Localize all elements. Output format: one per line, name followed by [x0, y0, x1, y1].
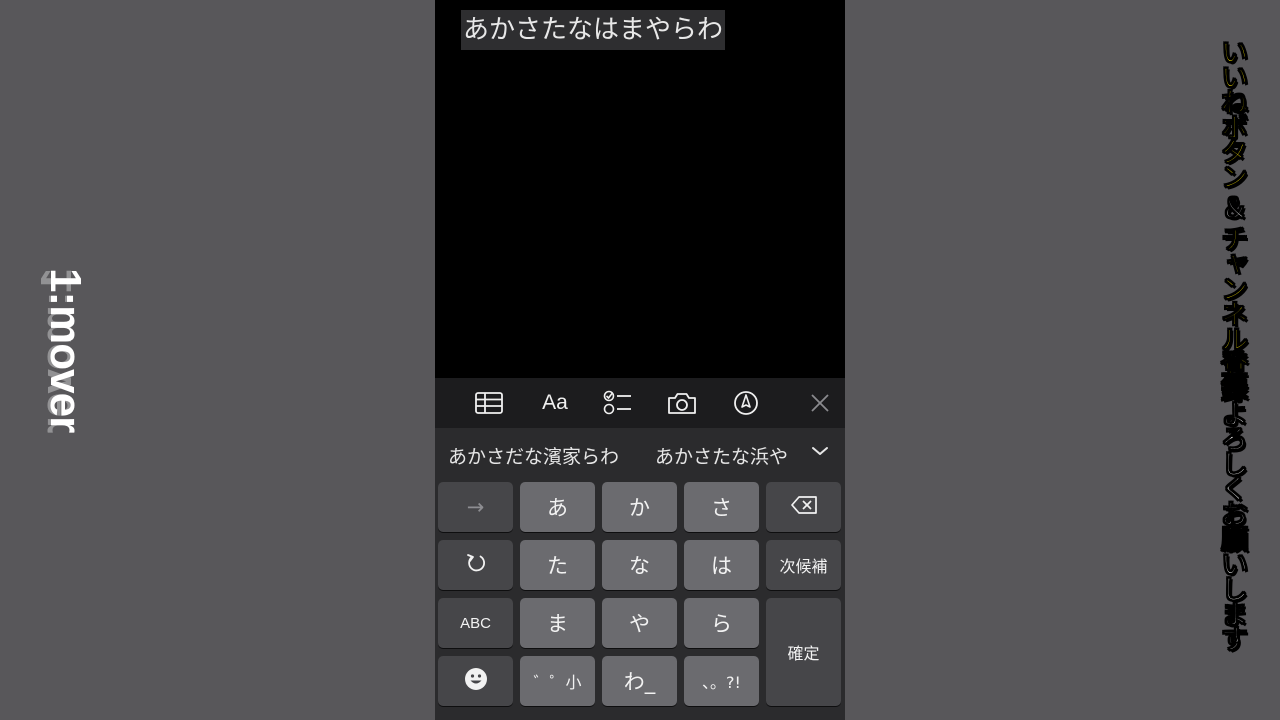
- undo-key[interactable]: [438, 540, 513, 590]
- please-text: よろしくお願いします: [1216, 400, 1248, 651]
- logo-reflection: 1:mover: [32, 268, 81, 433]
- notes-toolbar: Aa: [435, 378, 845, 428]
- note-body[interactable]: あかさたなはまやらわ: [461, 10, 726, 50]
- dakuten-small-key[interactable]: ゛゜小: [520, 656, 595, 706]
- markup-pen-icon[interactable]: [731, 389, 761, 417]
- key-sa[interactable]: さ: [684, 482, 759, 532]
- next-candidate-key[interactable]: 次候補: [766, 540, 841, 590]
- delete-icon: [790, 495, 818, 520]
- candidate-bar: あかさだな濱家らわ あかさたな浜や: [435, 428, 845, 478]
- camera-icon[interactable]: [667, 389, 697, 417]
- emoji-key[interactable]: [438, 656, 513, 706]
- ampersand: ＆: [1216, 194, 1248, 220]
- key-ta[interactable]: た: [520, 540, 595, 590]
- delete-key[interactable]: [766, 482, 841, 532]
- key-ka[interactable]: か: [602, 482, 677, 532]
- key-ya[interactable]: や: [602, 598, 677, 648]
- emoji-icon: [464, 667, 488, 696]
- punctuation-key[interactable]: 、。?!: [684, 656, 759, 706]
- table-icon[interactable]: [474, 389, 504, 417]
- chevron-down-icon[interactable]: [809, 442, 831, 460]
- note-selected-text: あかさたなはまやらわ: [463, 15, 724, 45]
- checklist-icon[interactable]: [603, 389, 633, 417]
- candidate-1[interactable]: あかさだな濱家らわ: [448, 442, 619, 469]
- key-ma[interactable]: ま: [520, 598, 595, 648]
- candidate-2[interactable]: あかさたな浜や: [655, 442, 788, 469]
- key-a[interactable]: あ: [520, 482, 595, 532]
- undo-icon: [465, 552, 487, 579]
- key-wa[interactable]: わ_: [602, 656, 677, 706]
- phone-screen: あかさたなはまやらわ Aa あかさだな濱家らわ あかさたな浜や → あ か さ …: [435, 0, 845, 720]
- channel-subscribe-text: チャンネル登録: [1216, 225, 1248, 401]
- subscribe-caption: いいねボタン ＆ チャンネル登録よろしくお願いします: [1214, 38, 1248, 651]
- like-button-text: いいねボタン: [1216, 38, 1248, 189]
- close-icon[interactable]: [805, 389, 835, 417]
- key-ra[interactable]: ら: [684, 598, 759, 648]
- confirm-key[interactable]: 確定: [766, 598, 841, 706]
- japanese-keyboard: あかさだな濱家らわ あかさたな浜や → あ か さ た な は 次候補 ABC …: [435, 428, 845, 720]
- channel-logo: 1:mover 1:mover: [28, 268, 98, 458]
- abc-key[interactable]: ABC: [438, 598, 513, 648]
- text-format-button[interactable]: Aa: [540, 389, 570, 417]
- next-char-arrow-key[interactable]: →: [438, 482, 513, 532]
- key-ha[interactable]: は: [684, 540, 759, 590]
- key-na[interactable]: な: [602, 540, 677, 590]
